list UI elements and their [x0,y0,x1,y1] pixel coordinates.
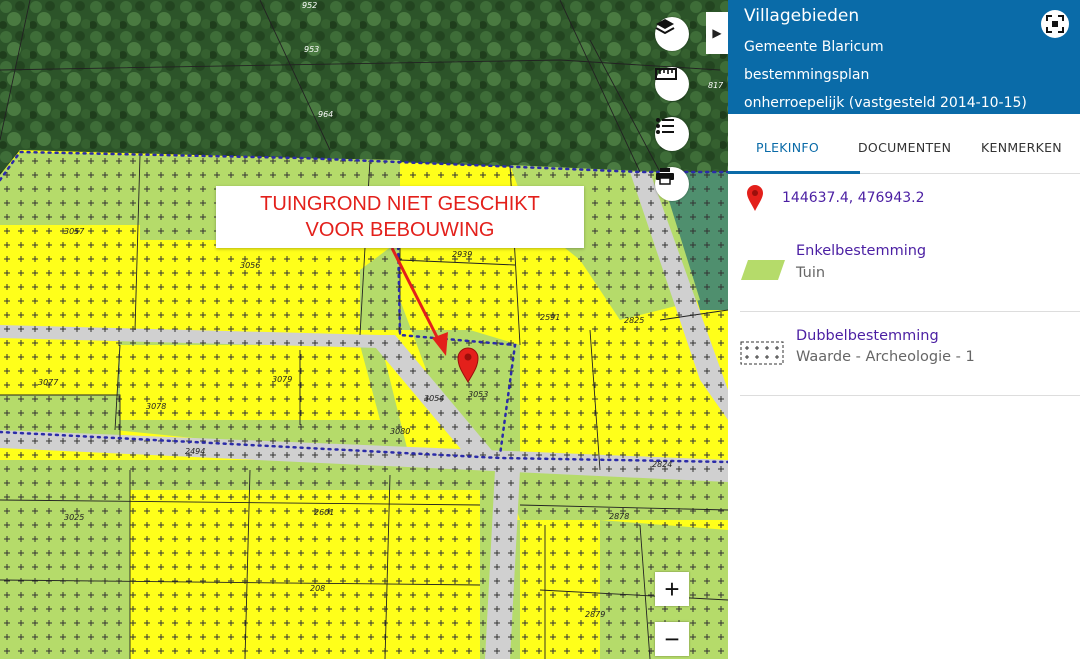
plot-label: 964 [318,110,333,119]
ruler-icon [655,68,677,80]
plot-label: 3078 [146,402,166,411]
plot-label: 2879 [585,610,605,619]
item-dubbelbestemming-title[interactable]: Dubbelbestemming [796,328,939,344]
coordinates-readout: 144637.4, 476943.2 [782,190,925,206]
tab-kenmerken[interactable]: KENMERKEN [981,140,1062,155]
map-view[interactable]: 952 953 964 817 2939 3057 3056 2591 2825… [0,0,728,659]
divider [740,311,1080,312]
plot-label: 3079 [272,375,292,384]
plot-label: 3054 [424,394,444,403]
item-dubbelbestemming-value: Waarde - Archeologie - 1 [796,349,975,365]
active-tab-indicator [728,171,860,174]
layers-icon [655,19,675,35]
annotation-line-2: VOOR BEBOUWING [305,219,495,241]
list-icon [656,118,674,134]
print-button[interactable] [655,167,689,201]
plot-label: 817 [708,81,724,90]
plot-label: 3056 [240,261,260,270]
zoom-out-label: − [664,623,680,654]
tab-plekinfo[interactable]: PLEKINFO [756,140,819,155]
municipality-label: Gemeente Blaricum [744,39,884,55]
item-enkelbestemming-title[interactable]: Enkelbestemming [796,243,926,259]
plot-label: 953 [304,45,319,54]
plot-label: 3053 [468,390,488,399]
zoning-map-canvas[interactable]: 952 953 964 817 2939 3057 3056 2591 2825… [0,0,728,659]
plot-label: 3025 [64,513,84,522]
item-enkelbestemming-value: Tuin [796,265,826,281]
plan-status-label: onherroepelijk (vastgesteld 2014-10-15) [744,95,1027,111]
fullscreen-button[interactable] [1041,10,1069,38]
location-pin-icon [747,185,763,211]
plot-label: 3057 [64,227,85,236]
garden-swatch-icon [741,260,785,280]
tab-documenten[interactable]: DOCUMENTEN [858,140,951,155]
layers-button[interactable] [655,17,689,51]
chevron-right-icon: ▶ [712,26,722,40]
expand-icon [1046,15,1064,33]
archaeology-pattern-icon [740,341,784,365]
printer-icon [656,168,674,185]
panel-title: Villagebieden [744,6,860,26]
info-panel: Villagebieden Gemeente Blaricum bestemmi… [728,0,1080,659]
measure-button[interactable] [655,67,689,101]
panel-header: Villagebieden Gemeente Blaricum bestemmi… [728,0,1080,114]
plot-label: 2825 [624,316,644,325]
plot-label: 3080 [390,427,410,436]
divider [740,395,1080,396]
plot-label: 2601 [314,508,334,517]
plan-type-label: bestemmingsplan [744,67,870,83]
plot-label: 2591 [540,313,560,322]
plot-label: 2824 [652,460,672,469]
plot-label: 2494 [185,447,205,456]
plot-label: 2939 [452,250,472,259]
legend-button[interactable] [655,117,689,151]
annotation-line-1: TUINGROND NIET GESCHIKT [260,193,540,215]
zoom-in-button[interactable]: + [655,572,689,606]
plot-label: 2878 [609,512,629,521]
zoom-in-label: + [664,573,680,604]
plot-label: 3077 [38,378,59,387]
plot-label: 952 [302,1,317,10]
annotation-callout: TUINGROND NIET GESCHIKT VOOR BEBOUWING [216,186,584,248]
panel-collapse-button[interactable]: ▶ [706,12,728,54]
zoom-out-button[interactable]: − [655,622,689,656]
plot-label: 208 [310,584,325,593]
